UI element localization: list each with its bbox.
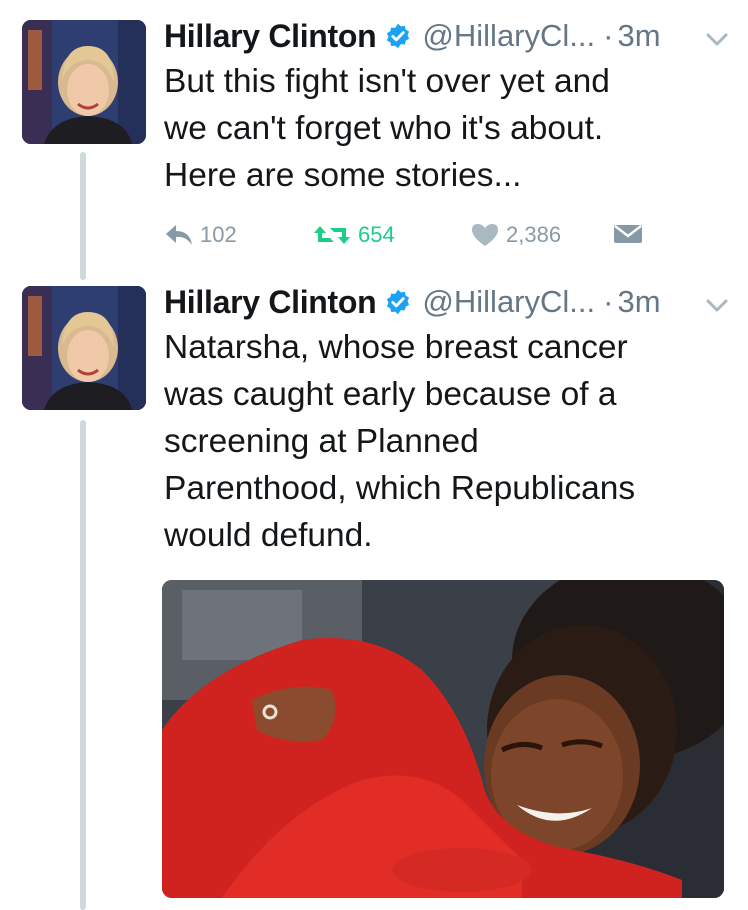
- direct-message-icon: [614, 225, 642, 243]
- author-handle[interactable]: @HillaryCl...: [422, 284, 595, 320]
- like-button[interactable]: 2,386: [470, 222, 561, 248]
- tweet[interactable]: Hillary Clinton @HillaryCl... · 3m Natar…: [0, 282, 748, 910]
- like-count: 2,386: [506, 222, 562, 247]
- thread-connector: [80, 420, 86, 910]
- tweet-text-line: was caught early because of a: [164, 376, 617, 413]
- separator-dot: ·: [603, 18, 614, 53]
- tweet-text-line: we can't forget who it's about.: [164, 110, 604, 147]
- direct-message-button[interactable]: [612, 222, 650, 246]
- timestamp[interactable]: 3m: [617, 18, 660, 54]
- tweet-text-line: would defund.: [164, 517, 373, 554]
- tweet-text-line: screening at Planned: [164, 423, 479, 460]
- tweet-text-line: Natarsha, whose breast cancer: [164, 329, 628, 366]
- tweet-header: Hillary Clinton @HillaryCl... · 3m: [164, 282, 661, 322]
- reply-button[interactable]: 102: [164, 222, 237, 248]
- chevron-down-icon[interactable]: [704, 30, 730, 50]
- author-handle[interactable]: @HillaryCl...: [422, 18, 595, 54]
- tweet-text: But this fight isn't over yet and we can…: [164, 58, 724, 199]
- verified-badge-icon: [387, 289, 410, 315]
- separator-dot: ·: [603, 284, 614, 319]
- avatar[interactable]: [22, 20, 146, 144]
- tweet-text: Natarsha, whose breast cancer was caught…: [164, 324, 724, 559]
- tweet-actions: 102 654 2,386: [164, 222, 684, 252]
- timestamp[interactable]: 3m: [617, 284, 660, 320]
- reply-icon: [166, 225, 192, 245]
- avatar[interactable]: [22, 286, 146, 410]
- thread-connector: [80, 152, 86, 280]
- tweet-photo[interactable]: [162, 580, 724, 898]
- tweet[interactable]: Hillary Clinton @HillaryCl... · 3m But t…: [0, 0, 748, 282]
- reply-count: 102: [200, 222, 237, 247]
- retweet-icon: [314, 226, 350, 244]
- tweet-text-line: Parenthood, which Republicans: [164, 470, 636, 507]
- tweet-header: Hillary Clinton @HillaryCl... · 3m: [164, 16, 661, 56]
- retweet-count: 654: [358, 222, 395, 247]
- author-name[interactable]: Hillary Clinton: [164, 18, 377, 55]
- tweet-text-line: Here are some stories...: [164, 157, 522, 194]
- retweet-button[interactable]: 654: [312, 222, 395, 248]
- heart-icon: [472, 224, 498, 246]
- chevron-down-icon[interactable]: [704, 296, 730, 316]
- tweet-text-line: But this fight isn't over yet and: [164, 63, 610, 100]
- author-name[interactable]: Hillary Clinton: [164, 284, 377, 321]
- verified-badge-icon: [387, 23, 410, 49]
